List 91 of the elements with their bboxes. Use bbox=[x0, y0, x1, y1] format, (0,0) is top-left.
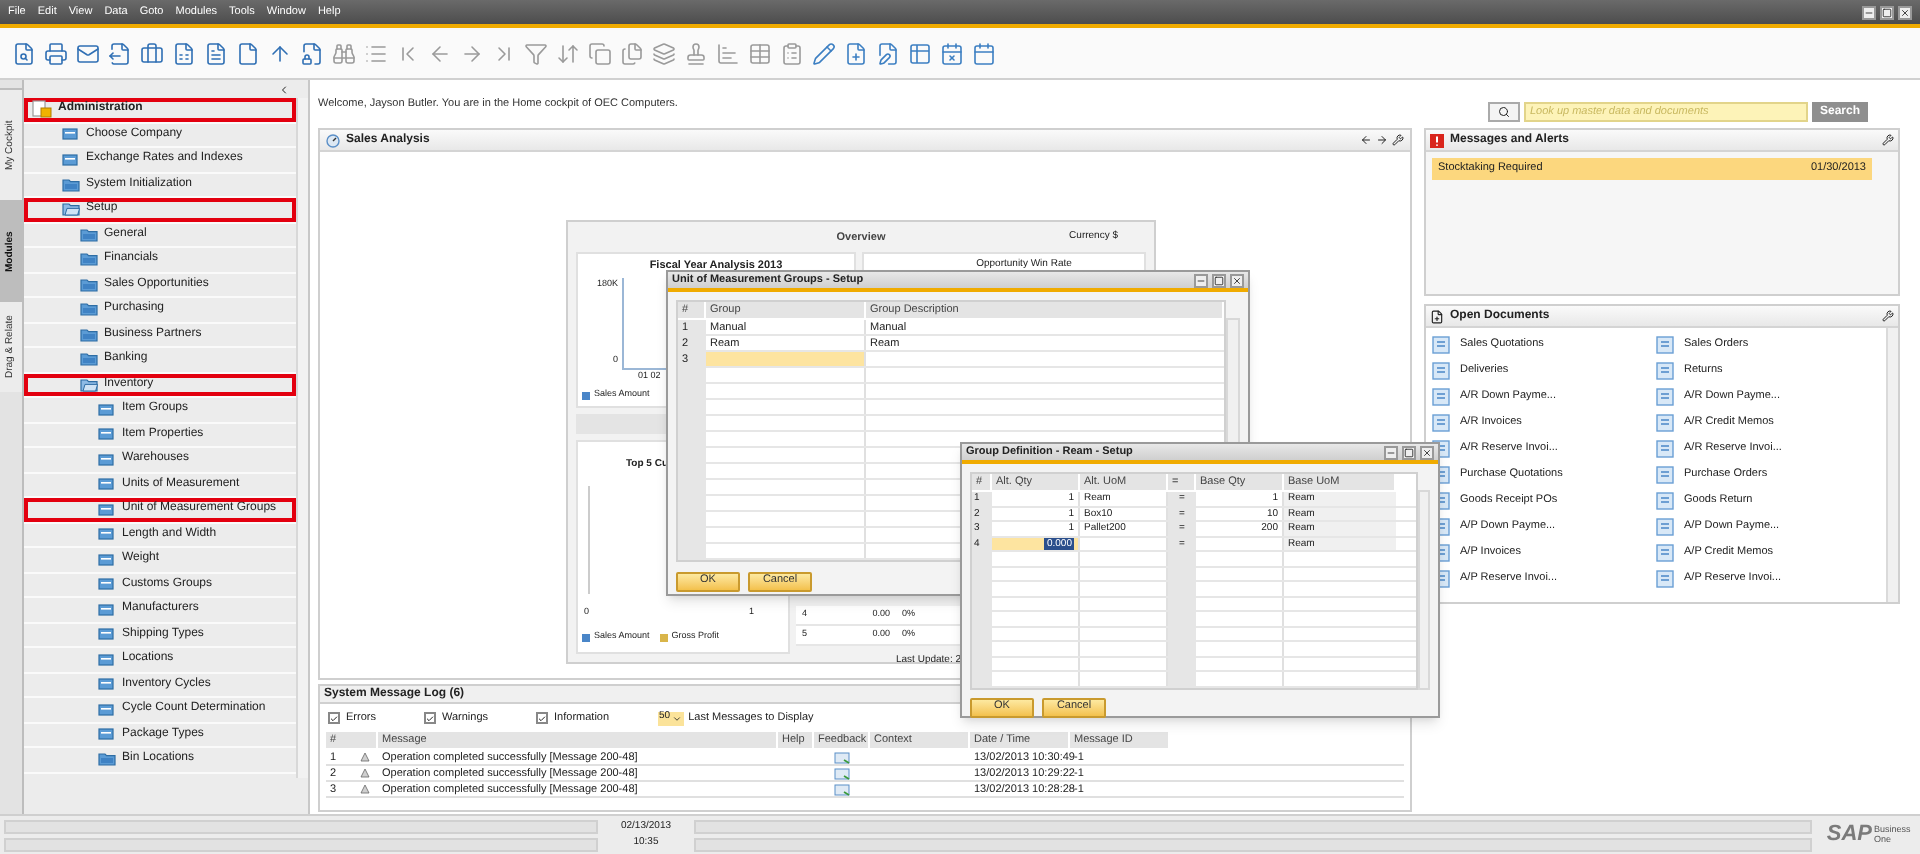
document-icon bbox=[1656, 570, 1674, 588]
document-icon bbox=[1656, 414, 1674, 432]
bar-chart-icon[interactable] bbox=[716, 41, 740, 65]
settings-icon[interactable] bbox=[1392, 134, 1404, 146]
grid-icon[interactable] bbox=[908, 41, 932, 65]
form-icon bbox=[98, 428, 114, 441]
feedback-icon[interactable] bbox=[834, 767, 850, 779]
briefcase-icon[interactable] bbox=[140, 41, 164, 65]
copy-icon[interactable] bbox=[588, 41, 612, 65]
document-icon bbox=[1432, 336, 1450, 354]
document-icon[interactable] bbox=[204, 41, 228, 65]
next-icon[interactable] bbox=[1376, 134, 1388, 146]
checkbox[interactable] bbox=[328, 712, 340, 724]
close-icon[interactable] bbox=[1420, 445, 1434, 459]
filter-icon[interactable] bbox=[524, 41, 548, 65]
form-icon bbox=[98, 628, 114, 641]
calendar-icon[interactable] bbox=[972, 41, 996, 65]
documents-icon[interactable] bbox=[620, 41, 644, 65]
form-icon bbox=[98, 403, 114, 416]
minimize-icon[interactable] bbox=[1862, 5, 1876, 19]
first-record-icon[interactable] bbox=[396, 41, 420, 65]
form-icon bbox=[98, 703, 114, 716]
gauge-icon bbox=[326, 133, 340, 147]
form-icon bbox=[98, 528, 114, 541]
document-icon bbox=[1656, 518, 1674, 536]
form-icon bbox=[98, 678, 114, 691]
form-icon bbox=[98, 453, 114, 466]
settings-icon[interactable] bbox=[1882, 134, 1894, 146]
layers-icon[interactable] bbox=[652, 41, 676, 65]
form-icon bbox=[62, 153, 78, 166]
form-icon bbox=[98, 603, 114, 616]
binoculars-icon[interactable] bbox=[332, 41, 356, 65]
stamp-icon[interactable] bbox=[684, 41, 708, 65]
search-scope-button[interactable] bbox=[1488, 102, 1520, 122]
page-icon[interactable] bbox=[236, 41, 260, 65]
up-arrow-icon[interactable] bbox=[268, 41, 292, 65]
close-icon[interactable] bbox=[1230, 273, 1244, 287]
scrollbar[interactable] bbox=[1418, 490, 1430, 689]
document-lock-icon[interactable] bbox=[300, 41, 324, 65]
previous-icon[interactable] bbox=[1360, 134, 1372, 146]
document-icon bbox=[1432, 414, 1450, 432]
document-add-icon[interactable] bbox=[844, 41, 868, 65]
maximize-icon[interactable] bbox=[1402, 445, 1416, 459]
document-icon bbox=[1432, 388, 1450, 406]
search-icon bbox=[1498, 106, 1510, 118]
pencil-icon[interactable] bbox=[812, 41, 836, 65]
form-icon bbox=[98, 653, 114, 666]
minimize-icon[interactable] bbox=[1194, 273, 1208, 287]
envelope-icon[interactable] bbox=[76, 41, 100, 65]
document-edit-icon[interactable] bbox=[876, 41, 900, 65]
document-icon bbox=[1656, 544, 1674, 562]
calendar-cross-icon[interactable] bbox=[940, 41, 964, 65]
minimize-icon[interactable] bbox=[1384, 445, 1398, 459]
checkbox[interactable] bbox=[536, 712, 549, 724]
document-icon bbox=[1656, 466, 1674, 484]
feedback-icon[interactable] bbox=[834, 783, 850, 795]
maximize-icon[interactable] bbox=[1212, 273, 1226, 287]
document-icon bbox=[1656, 336, 1674, 354]
document-icon bbox=[1656, 388, 1674, 406]
document-icon bbox=[1656, 492, 1674, 510]
clipboard-icon[interactable] bbox=[780, 41, 804, 65]
collapse-icon[interactable] bbox=[278, 83, 290, 95]
form-icon bbox=[98, 728, 114, 741]
last-record-icon[interactable] bbox=[492, 41, 516, 65]
document-export-icon[interactable] bbox=[108, 41, 132, 65]
settings-icon[interactable] bbox=[1882, 310, 1894, 322]
maximize-icon[interactable] bbox=[1880, 5, 1894, 19]
table-cell[interactable] bbox=[706, 352, 866, 366]
document-search-icon[interactable] bbox=[12, 41, 36, 65]
scrollbar[interactable] bbox=[1886, 328, 1898, 602]
printer-icon[interactable] bbox=[44, 41, 68, 65]
scrollbar[interactable] bbox=[296, 98, 308, 778]
spreadsheet-icon[interactable] bbox=[172, 41, 196, 65]
form-icon bbox=[62, 128, 78, 141]
sort-icon[interactable] bbox=[556, 41, 580, 65]
previous-record-icon[interactable] bbox=[428, 41, 452, 65]
close-icon[interactable] bbox=[1898, 5, 1912, 19]
form-icon bbox=[98, 503, 114, 516]
table-icon[interactable] bbox=[748, 41, 772, 65]
alert-icon bbox=[1430, 133, 1444, 147]
brand-name: SAP bbox=[1826, 824, 1872, 846]
document-add-icon bbox=[1430, 309, 1444, 323]
feedback-icon[interactable] bbox=[834, 751, 850, 763]
next-record-icon[interactable] bbox=[460, 41, 484, 65]
checkbox[interactable] bbox=[423, 712, 436, 724]
document-icon bbox=[1656, 362, 1674, 380]
document-icon bbox=[1432, 362, 1450, 380]
document-icon bbox=[1656, 440, 1674, 458]
form-icon bbox=[98, 478, 114, 491]
form-icon bbox=[98, 553, 114, 566]
form-icon bbox=[98, 578, 114, 591]
